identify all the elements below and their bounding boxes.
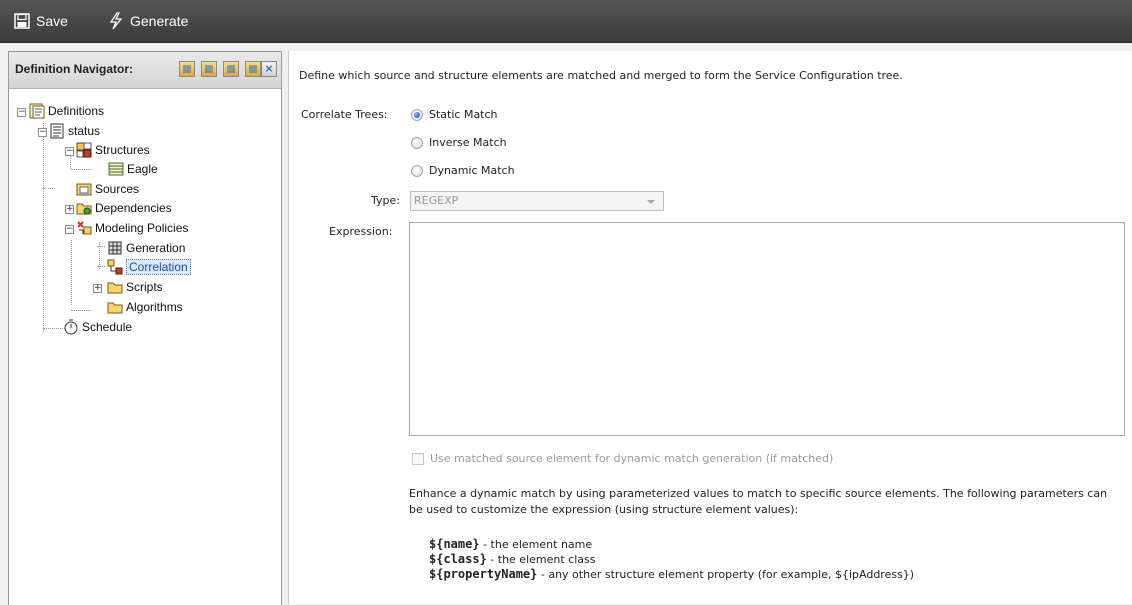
add-structure-icon[interactable] [201, 61, 217, 77]
add-policy-icon[interactable] [245, 61, 261, 77]
tree-item-label: Dependencies [95, 201, 172, 215]
table-icon [108, 161, 124, 177]
checkbox-label: Use matched source element for dynamic m… [430, 452, 834, 465]
policies-icon [76, 220, 92, 236]
radio-button[interactable] [411, 136, 423, 149]
floppy-icon [14, 13, 30, 29]
tree-item-algorithms[interactable]: Algorithms [107, 298, 183, 316]
tree-item-label: Schedule [82, 320, 133, 334]
param-token: ${propertyName} [429, 567, 538, 581]
tree-item-sources[interactable]: Sources [76, 180, 139, 198]
tree-item-label: Algorithms [126, 300, 183, 314]
tree-item-generation[interactable]: Generation [107, 239, 185, 257]
definition-navigator: Definition Navigator: × − Definitions − … [8, 51, 282, 605]
document-icon [49, 123, 65, 139]
lightning-icon [108, 12, 124, 30]
new-definition-icon[interactable] [179, 61, 195, 77]
tree-item-eagle[interactable]: Eagle [108, 160, 158, 178]
radio-label: Static Match [429, 108, 498, 121]
expression-field[interactable] [409, 222, 1125, 436]
correlation-icon [107, 259, 123, 275]
dynamic-match-radio[interactable]: Dynamic Match [411, 164, 515, 177]
tree-item-scripts[interactable]: Scripts [107, 278, 163, 296]
radio-label: Dynamic Match [429, 164, 515, 177]
param-name: ${name} - the element name [429, 537, 592, 551]
expand-toggle[interactable]: + [65, 205, 74, 214]
tree-guide [43, 123, 44, 332]
tree-item-definitions[interactable]: Definitions [29, 102, 104, 120]
structures-icon [76, 142, 92, 158]
collapse-toggle[interactable]: − [65, 147, 74, 156]
param-desc: - the element class [486, 553, 596, 566]
checkbox[interactable] [412, 452, 424, 465]
type-select[interactable]: REGEXP [410, 191, 664, 211]
tree-item-schedule[interactable]: Schedule [63, 318, 132, 336]
tree-item-label: Modeling Policies [95, 221, 189, 235]
folder-icon [107, 279, 123, 295]
radio-button[interactable] [411, 164, 423, 177]
collapse-toggle[interactable]: − [65, 225, 74, 234]
radio-button[interactable] [411, 108, 423, 121]
navigator-header: Definition Navigator: × [9, 52, 281, 89]
param-property-name: ${propertyName} - any other structure el… [429, 567, 914, 581]
param-desc: - any other structure element property (… [537, 568, 915, 581]
expression-label: Expression: [329, 225, 393, 238]
tree-item-dependencies[interactable]: Dependencies [76, 199, 172, 217]
param-class: ${class} - the element class [429, 552, 595, 566]
toolbar: Save Generate [0, 0, 1132, 43]
tree-item-status[interactable]: status [49, 122, 100, 140]
panel-description: Define which source and structure elemen… [299, 69, 903, 82]
tree-item-label: Correlation [126, 259, 191, 275]
tree-item-label: Sources [95, 182, 140, 196]
folder-icon [107, 299, 123, 315]
tree-item-label: Scripts [126, 280, 163, 294]
correlation-panel: Define which source and structure elemen… [288, 51, 1132, 604]
type-value: REGEXP [414, 194, 459, 207]
collapse-toggle[interactable]: − [38, 128, 47, 137]
expand-toggle[interactable]: + [93, 284, 102, 293]
dependencies-icon [76, 200, 92, 216]
sources-icon [76, 181, 92, 197]
tree-item-modeling-policies[interactable]: Modeling Policies [76, 219, 188, 237]
close-icon[interactable]: × [261, 61, 277, 77]
type-label: Type: [371, 194, 400, 207]
generation-icon [107, 240, 123, 256]
tree-item-label: status [68, 124, 101, 138]
generate-label: Generate [130, 13, 189, 29]
stopwatch-icon [63, 319, 79, 335]
save-label: Save [36, 13, 68, 29]
tree-item-correlation[interactable]: Correlation [107, 258, 191, 276]
generate-button[interactable]: Generate [108, 10, 188, 32]
definitions-icon [29, 103, 45, 119]
tree-item-label: Definitions [48, 104, 105, 118]
save-button[interactable]: Save [14, 10, 68, 32]
help-text: Enhance a dynamic match by using paramet… [409, 487, 1108, 516]
use-matched-source-checkbox[interactable]: Use matched source element for dynamic m… [412, 452, 833, 465]
tree-item-structures[interactable]: Structures [76, 141, 150, 159]
inverse-match-radio[interactable]: Inverse Match [411, 136, 507, 149]
chevron-down-icon [647, 200, 655, 204]
navigator-title: Definition Navigator: [15, 62, 134, 76]
static-match-radio[interactable]: Static Match [411, 108, 498, 121]
param-token: ${class} [429, 552, 487, 566]
collapse-toggle[interactable]: − [17, 108, 26, 117]
param-token: ${name} [429, 537, 480, 551]
tree-item-label: Generation [126, 241, 186, 255]
correlate-trees-label: Correlate Trees: [301, 108, 388, 121]
param-desc: - the element name [479, 538, 593, 551]
tree-item-label: Eagle [127, 162, 158, 176]
radio-label: Inverse Match [429, 136, 507, 149]
add-source-icon[interactable] [223, 61, 239, 77]
tree-item-label: Structures [95, 143, 150, 157]
